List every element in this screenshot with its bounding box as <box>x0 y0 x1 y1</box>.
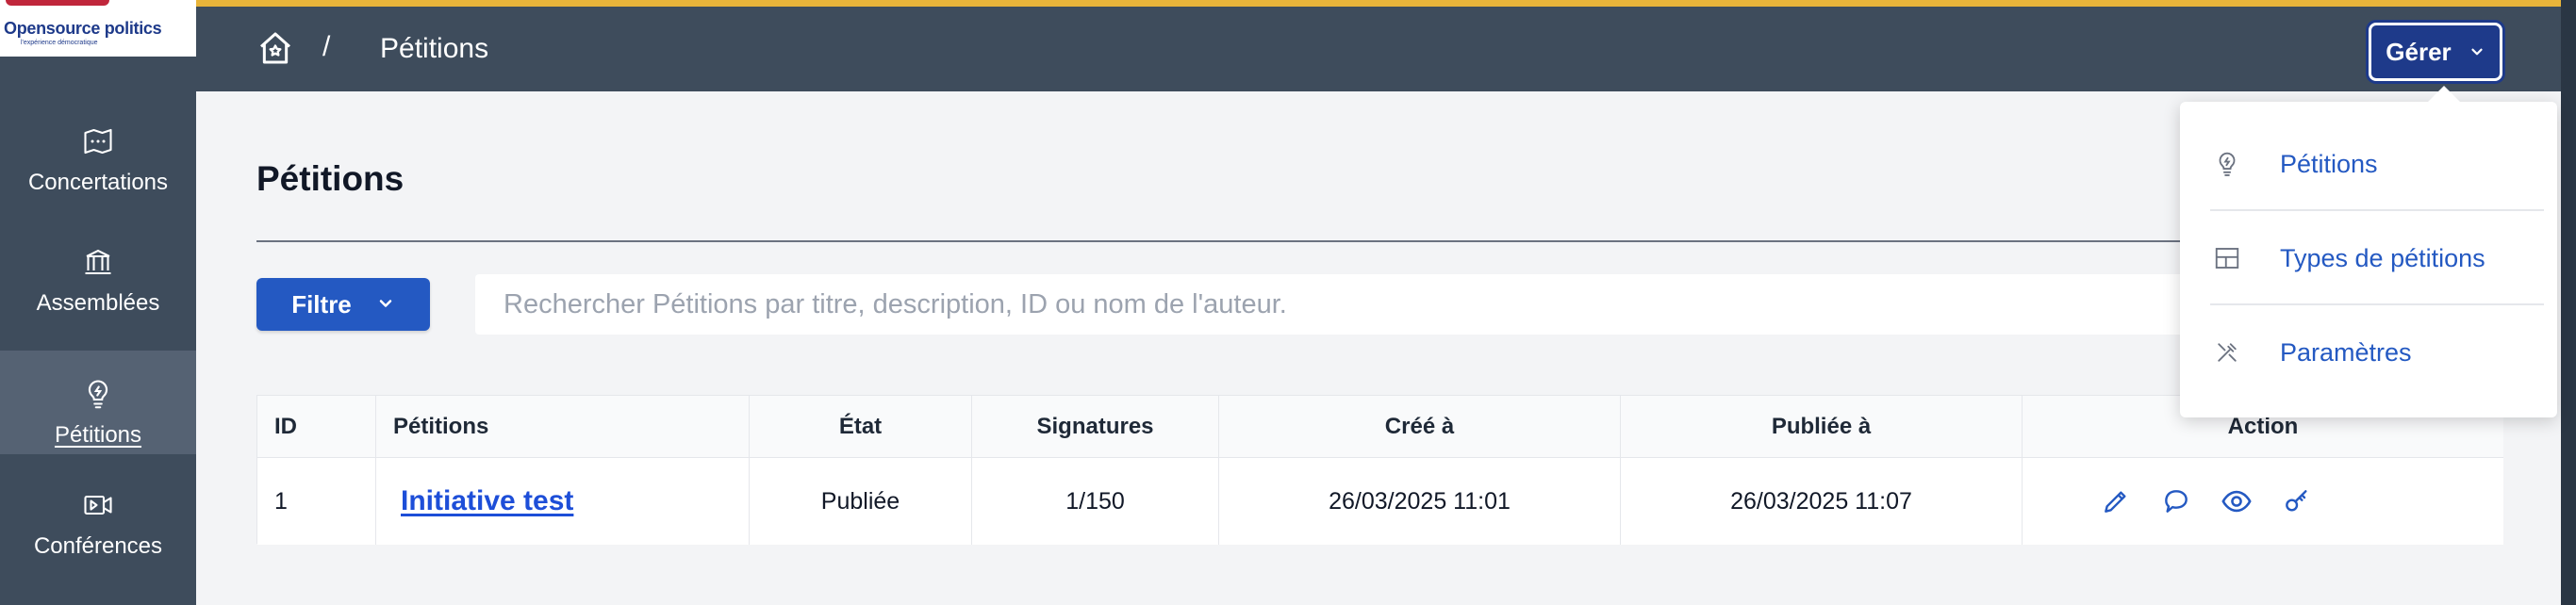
key-icon[interactable] <box>2280 484 2314 518</box>
cell-state: Publiée <box>750 458 972 545</box>
manage-dropdown-menu: Pétitions Types de pétitions Paramètres <box>2180 86 2557 417</box>
sidebar-item-label: Concertations <box>27 170 169 195</box>
cell-actions <box>2023 458 2503 545</box>
sidebar-item-label: Assemblées <box>36 290 160 316</box>
sidebar-item-concertations[interactable]: Concertations <box>0 98 196 204</box>
tools-icon <box>2210 335 2244 369</box>
menu-item-label: Pétitions <box>2280 149 2378 178</box>
cell-published: 26/03/2025 11:07 <box>1621 458 2023 545</box>
menu-item-petitions[interactable]: Pétitions <box>2210 117 2544 211</box>
logo-tagline: l'expérience démocratique <box>21 40 98 46</box>
filter-button[interactable]: Filtre <box>256 278 430 331</box>
manage-button-label: Gérer <box>2386 37 2452 66</box>
cell-created: 26/03/2025 11:01 <box>1219 458 1621 545</box>
lightbulb-icon <box>79 375 117 413</box>
chevron-down-icon <box>2469 38 2485 67</box>
column-header-published[interactable]: Publiée à <box>1621 396 2023 457</box>
sidebar-item-label: Conférences <box>33 533 163 559</box>
column-header-created[interactable]: Créé à <box>1219 396 1621 457</box>
scrollbar-track[interactable] <box>2561 0 2576 605</box>
top-bar: / Pétitions Gérer <box>196 0 2576 91</box>
lightbulb-icon <box>2210 147 2244 181</box>
menu-item-settings[interactable]: Paramètres <box>2210 305 2544 400</box>
cell-id: 1 <box>257 458 376 545</box>
column-header-signatures[interactable]: Signatures <box>972 396 1219 457</box>
sidebar-item-assemblees[interactable]: Assemblées <box>0 219 196 324</box>
logo-text: Opensource politics <box>4 19 162 38</box>
sidebar: Opensource politics l'expérience démocra… <box>0 0 196 605</box>
admin-app: Opensource politics l'expérience démocra… <box>0 0 2576 605</box>
manage-button[interactable]: Gérer <box>2369 23 2502 81</box>
menu-item-label: Paramètres <box>2280 337 2412 367</box>
institution-icon <box>79 243 117 281</box>
chevron-down-icon <box>376 290 395 319</box>
row-actions <box>2039 484 2486 518</box>
comment-icon[interactable] <box>2159 484 2193 518</box>
filter-button-label: Filtre <box>291 289 352 319</box>
pencil-icon[interactable] <box>2099 484 2133 518</box>
breadcrumb-current: Pétitions <box>380 33 489 64</box>
logo[interactable]: Opensource politics l'expérience démocra… <box>0 0 196 57</box>
table-header: ID Pétitions État Signatures Créé à Publ… <box>257 396 2503 458</box>
column-header-petitions[interactable]: Pétitions <box>376 396 750 457</box>
breadcrumb-separator: / <box>322 31 331 62</box>
petitions-table: ID Pétitions État Signatures Créé à Publ… <box>256 395 2503 545</box>
eye-icon[interactable] <box>2220 484 2254 518</box>
cell-signatures: 1/150 <box>972 458 1219 545</box>
table-row: 1 Initiative test Publiée 1/150 26/03/20… <box>257 458 2503 545</box>
menu-item-petition-types[interactable]: Types de pétitions <box>2210 211 2544 305</box>
menu-item-label: Types de pétitions <box>2280 243 2485 272</box>
sidebar-item-conferences[interactable]: Conférences <box>0 462 196 567</box>
sidebar-item-label: Pétitions <box>54 422 142 448</box>
map-icon <box>79 123 117 160</box>
layout-icon <box>2210 241 2244 275</box>
home-icon[interactable] <box>256 29 294 67</box>
video-icon <box>79 486 117 524</box>
sidebar-item-petitions[interactable]: Pétitions <box>0 351 196 454</box>
column-header-state[interactable]: État <box>750 396 972 457</box>
cell-title: Initiative test <box>376 458 750 545</box>
title-divider <box>256 240 2501 242</box>
logo-badge <box>6 0 109 6</box>
column-header-id[interactable]: ID <box>257 396 376 457</box>
page-title: Pétitions <box>256 159 405 198</box>
petition-title-link[interactable]: Initiative test <box>393 485 573 517</box>
